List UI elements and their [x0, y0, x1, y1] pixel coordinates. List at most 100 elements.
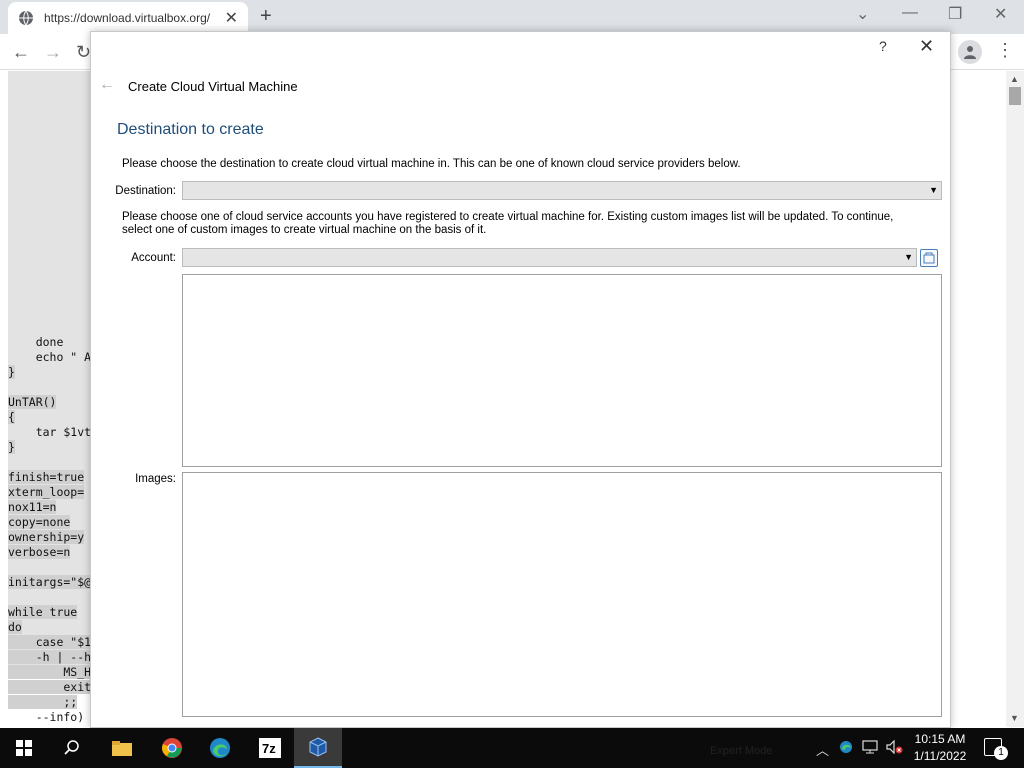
globe-icon — [18, 10, 34, 26]
code-line-text: done — [8, 335, 64, 349]
windows-logo-icon — [16, 740, 32, 756]
code-line-text: case "$1 — [8, 635, 92, 649]
cloud-profile-manager-button[interactable] — [920, 249, 938, 267]
code-line: --info) — [8, 710, 91, 725]
code-line-text: { — [8, 410, 15, 424]
code-line-text: do — [8, 620, 22, 634]
code-line-text: nox11=n — [8, 500, 57, 514]
destination-description: Please choose the destination to create … — [122, 158, 741, 170]
edge-icon — [210, 738, 230, 758]
code-line: do — [8, 620, 91, 635]
profile-manager-icon — [923, 252, 935, 264]
wizard-back-icon[interactable]: ← — [99, 76, 115, 94]
scroll-up-icon[interactable]: ▲ — [1010, 74, 1019, 84]
code-line-text: while true — [8, 605, 78, 619]
code-line-text: --info) — [8, 710, 85, 724]
code-line: while true — [8, 605, 91, 620]
7zip-button[interactable]: 7z — [246, 728, 294, 768]
code-line: UnTAR() — [8, 395, 91, 410]
code-line: done — [8, 335, 91, 350]
code-line-text: ownership=y — [8, 530, 85, 544]
code-line: } — [8, 365, 91, 380]
code-line-text: UnTAR() — [8, 395, 57, 409]
virtualbox-icon — [309, 737, 327, 757]
expert-mode-button[interactable]: Expert Mode — [710, 745, 772, 757]
code-line-text: } — [8, 365, 15, 379]
start-button[interactable] — [0, 728, 48, 768]
code-line-text: } — [8, 440, 15, 454]
destination-label: Destination: — [115, 185, 176, 197]
images-list[interactable] — [182, 472, 942, 717]
code-line-text: verbose=n — [8, 545, 71, 559]
clock-date: 1/11/2022 — [913, 749, 967, 763]
folder-icon — [112, 741, 132, 756]
tab-close-icon[interactable]: ✕ — [225, 8, 238, 28]
tab-title: https://download.virtualbox.org/ — [44, 11, 211, 25]
window-close-button[interactable]: ✕ — [994, 4, 1007, 24]
forward-icon[interactable]: → — [44, 42, 62, 63]
notification-count-badge: 1 — [994, 746, 1008, 760]
scroll-down-icon[interactable]: ▼ — [1010, 713, 1019, 723]
code-line: initargs="$@ — [8, 575, 92, 590]
code-line: echo " A — [8, 350, 91, 365]
account-combobox[interactable]: ▼ — [182, 248, 917, 267]
code-line: nox11=n — [8, 500, 91, 515]
system-clock[interactable]: 10:15 AM 1/11/2022 — [912, 731, 968, 765]
code-line: MS_H — [8, 665, 92, 680]
code-line-text: ;; — [8, 695, 78, 709]
file-explorer-button[interactable] — [98, 728, 146, 768]
volume-muted-icon[interactable] — [886, 739, 904, 757]
restore-button[interactable]: ❐ — [948, 4, 962, 24]
account-properties-table[interactable] — [182, 274, 942, 467]
back-icon[interactable]: ← — [12, 42, 30, 63]
account-label: Account: — [131, 252, 176, 264]
reload-icon[interactable]: ↻ — [76, 42, 91, 63]
profile-avatar-icon[interactable] — [958, 40, 982, 64]
tray-overflow-icon[interactable]: ︿ — [816, 740, 829, 759]
7zip-icon: 7z — [259, 738, 281, 758]
destination-combobox[interactable]: ▼ — [182, 181, 942, 200]
code-line: -h | --h — [8, 650, 92, 665]
code-line: copy=none — [8, 515, 91, 530]
edge-button[interactable] — [196, 728, 244, 768]
dialog-title: Create Cloud Virtual Machine — [128, 79, 298, 94]
code-line: xterm_loop= — [8, 485, 91, 500]
browser-menu-icon[interactable]: ⋮ — [996, 40, 1014, 61]
code-line-text: finish=true — [8, 470, 85, 484]
tab-search-icon[interactable]: ⌄ — [856, 4, 869, 24]
code-line-text: exit — [8, 680, 92, 694]
code-line-text: echo " A — [8, 350, 92, 364]
chrome-icon — [162, 738, 182, 758]
browser-tab[interactable]: https://download.virtualbox.org/ ✕ — [8, 2, 248, 34]
code-line: finish=true — [8, 470, 91, 485]
code-line-text: copy=none — [8, 515, 71, 529]
dialog-close-button[interactable]: ✕ — [919, 36, 934, 57]
code-line: case "$1 — [8, 635, 92, 650]
search-button[interactable] — [48, 728, 96, 768]
page-heading: Destination to create — [117, 121, 264, 138]
code-listing: done echo " A} UnTAR(){ tar $1vt} finish=t… — [8, 335, 92, 725]
minimize-button[interactable]: — — [902, 4, 918, 22]
search-icon — [64, 740, 79, 755]
code-line: ownership=y — [8, 530, 91, 545]
network-icon[interactable] — [862, 740, 878, 757]
page-scrollbar[interactable]: ▲ ▼ — [1006, 71, 1024, 727]
help-button[interactable]: ? — [879, 38, 887, 54]
code-line: exit — [8, 680, 92, 695]
chevron-down-icon: ▼ — [904, 252, 913, 262]
code-line-text: tar $1vt — [8, 425, 92, 439]
scroll-thumb[interactable] — [1009, 87, 1021, 105]
virtualbox-button[interactable] — [294, 728, 342, 768]
edge-tray-icon[interactable] — [839, 740, 853, 757]
new-tab-button[interactable]: + — [260, 5, 272, 28]
code-line: } — [8, 440, 91, 455]
create-cloud-vm-dialog: ? ✕ ← Create Cloud Virtual Machine Desti… — [90, 31, 951, 728]
windows-taskbar: 7z Expert Mode ︿ 10:15 AM 1/11/2022 1 — [0, 728, 1024, 768]
code-line: tar $1vt — [8, 425, 91, 440]
chrome-button[interactable] — [148, 728, 196, 768]
code-line-text: -h | --h — [8, 650, 92, 664]
clock-time: 10:15 AM — [914, 732, 966, 746]
